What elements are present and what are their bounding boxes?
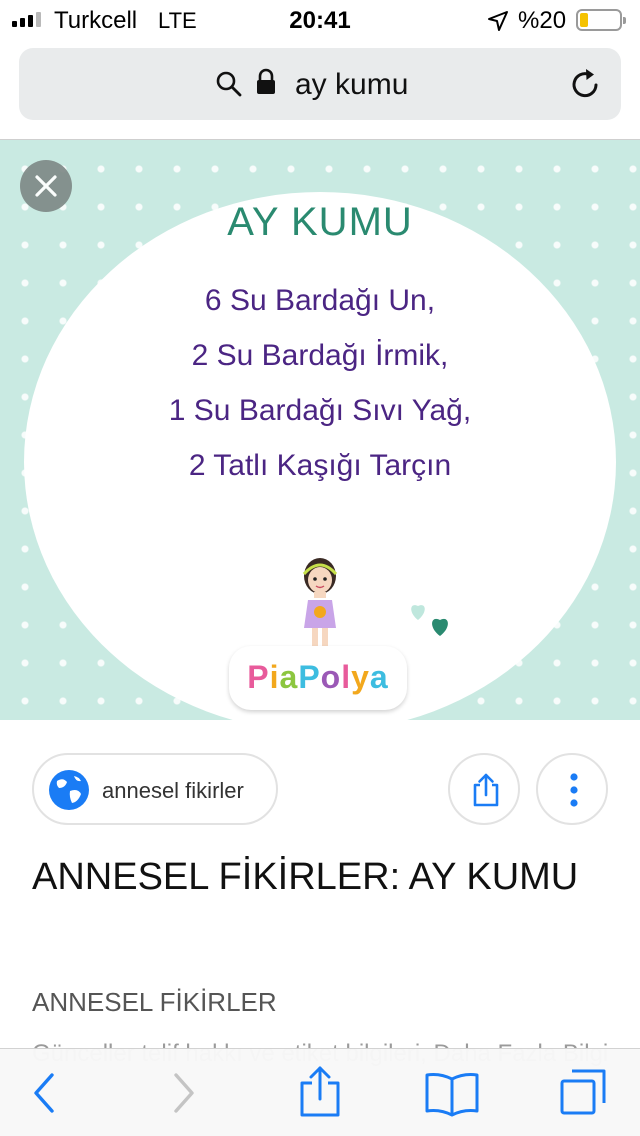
address-bar[interactable]: ay kumu bbox=[19, 48, 621, 120]
more-vertical-icon bbox=[570, 773, 578, 807]
reload-icon[interactable] bbox=[569, 67, 603, 101]
brand-letter: a bbox=[279, 659, 299, 695]
battery-icon bbox=[576, 9, 626, 31]
recipe-line: 6 Su Bardağı Un, bbox=[204, 284, 436, 317]
share-button[interactable] bbox=[448, 753, 520, 825]
more-options-button[interactable] bbox=[536, 753, 608, 825]
result-source: ANNESEL FİKİRLER bbox=[32, 987, 277, 1017]
back-icon[interactable] bbox=[30, 1071, 58, 1115]
brand-letter: i bbox=[269, 659, 280, 695]
share-icon bbox=[473, 773, 499, 807]
tabs-icon[interactable] bbox=[558, 1067, 608, 1117]
lock-icon bbox=[257, 68, 275, 94]
bookmarks-icon[interactable] bbox=[424, 1071, 480, 1117]
brand-letter: P bbox=[298, 659, 321, 695]
brand-letter: o bbox=[320, 659, 342, 695]
hearts-decoration bbox=[411, 605, 448, 636]
source-chip[interactable]: annesel fikirler bbox=[32, 753, 278, 825]
recipe-line: 2 Su Bardağı İrmik, bbox=[191, 339, 449, 372]
address-text[interactable]: ay kumu bbox=[295, 68, 408, 102]
battery-percent: %20 bbox=[518, 7, 567, 34]
close-button[interactable] bbox=[20, 160, 72, 212]
globe-icon bbox=[49, 770, 89, 810]
bottom-toolbar bbox=[0, 1048, 640, 1136]
brand-letter: a bbox=[369, 659, 389, 695]
battery-level bbox=[580, 13, 588, 27]
brand-letter: P bbox=[247, 659, 270, 695]
location-arrow-icon bbox=[488, 11, 508, 31]
recipe-line: 1 Su Bardağı Sıvı Yağ, bbox=[168, 394, 472, 427]
status-bar: Turkcell LTE 20:41 %20 bbox=[0, 0, 640, 40]
brand-letter: l bbox=[341, 659, 352, 695]
share-icon[interactable] bbox=[298, 1065, 342, 1117]
recipe-line: 2 Tatlı Kaşığı Tarçın bbox=[188, 449, 452, 482]
source-chip-label: annesel fikirler bbox=[102, 778, 244, 803]
brand-letter: y bbox=[351, 659, 370, 695]
result-title[interactable]: ANNESEL FİKİRLER: AY KUMU bbox=[32, 848, 592, 906]
search-icon bbox=[216, 71, 242, 97]
forward-icon[interactable] bbox=[170, 1071, 198, 1115]
image-preview[interactable]: AY KUMU 6 Su Bardağı Un, 2 Su Bardağı İr… bbox=[0, 140, 640, 720]
close-icon bbox=[35, 175, 57, 197]
piapolya-logo: PiaPolya bbox=[229, 646, 407, 710]
recipe-title: AY KUMU bbox=[227, 200, 413, 244]
